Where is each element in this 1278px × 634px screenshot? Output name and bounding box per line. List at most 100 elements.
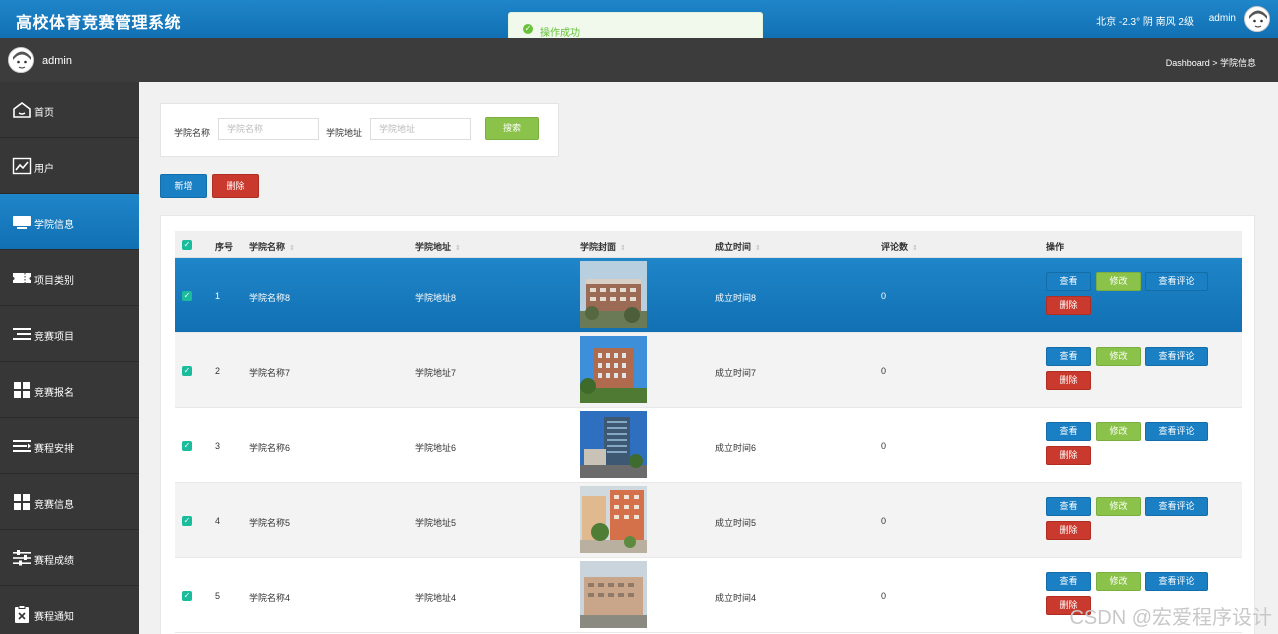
header-founded[interactable]: 成立时间 ⇕ (715, 240, 761, 253)
header-label: 成立时间 (715, 242, 752, 252)
view-button[interactable]: 查看 (1046, 497, 1091, 516)
sidebar-item-college-info[interactable]: 学院信息 (0, 194, 139, 250)
cell-index: 3 (215, 441, 221, 451)
table-row[interactable]: ✓ 3 学院名称6 学院地址6 成立时间6 0 查看 修改 查看评论 删除 (175, 408, 1242, 483)
cell-college-name: 学院名称6 (249, 443, 291, 453)
header-label: 操作 (1046, 242, 1065, 252)
cell-index: 5 (215, 591, 221, 601)
sliders-icon (13, 550, 31, 566)
search-button[interactable]: 搜索 (485, 117, 539, 140)
view-button[interactable]: 查看 (1046, 422, 1091, 441)
sidebar-item-project-category[interactable]: 项目类别 (0, 250, 139, 306)
sidebar-item-schedule[interactable]: 赛程安排 (0, 418, 139, 474)
cell-index: 4 (215, 516, 221, 526)
edit-button[interactable]: 修改 (1096, 572, 1141, 591)
breadcrumb[interactable]: Dashboard > 学院信息 (1166, 56, 1256, 69)
header-label: 评论数 (881, 242, 909, 252)
row-checkbox[interactable]: ✓ (182, 291, 192, 301)
cell-founded: 成立时间7 (715, 368, 757, 378)
college-cover-image[interactable] (580, 411, 647, 478)
header-cover[interactable]: 学院封面 ⇕ (580, 240, 626, 253)
delete-button[interactable]: 删除 (1046, 371, 1091, 390)
cell-review-count: 0 (881, 441, 887, 451)
header-index: 序号 (215, 240, 233, 253)
sidebar-item-label: 项目类别 (34, 276, 74, 287)
sidebar-item-label: 竞赛报名 (34, 388, 74, 399)
avatar[interactable] (8, 47, 34, 73)
cell-college-address: 学院地址6 (415, 443, 457, 453)
cell-college-name: 学院名称5 (249, 518, 291, 528)
monitor-icon (13, 216, 31, 229)
row-checkbox[interactable]: ✓ (182, 591, 192, 601)
row-checkbox[interactable]: ✓ (182, 366, 192, 376)
college-address-input[interactable] (370, 118, 471, 140)
sidebar-item-label: 竞赛项目 (34, 332, 74, 343)
delete-button[interactable]: 删除 (1046, 296, 1091, 315)
college-cover-image[interactable] (580, 261, 647, 328)
sidebar-username: admin (42, 55, 72, 67)
header-college-name[interactable]: 学院名称 ⇕ (249, 240, 295, 253)
select-all-checkbox[interactable]: ✓ (182, 240, 192, 250)
bulk-delete-button[interactable]: 删除 (212, 174, 259, 198)
sidebar-item-home[interactable]: 首页 (0, 82, 139, 138)
avatar-icon (1246, 8, 1269, 31)
college-cover-image[interactable] (580, 486, 647, 553)
table-row[interactable]: ✓ 2 学院名称7 学院地址7 成立时间7 0 查看 修改 查看评论 删除 (175, 333, 1242, 408)
college-name-input[interactable] (218, 118, 319, 140)
cell-founded: 成立时间6 (715, 443, 757, 453)
sort-icon[interactable]: ⇕ (289, 245, 295, 252)
sidebar-item-label: 首页 (34, 108, 54, 119)
sidebar: 首页 用户 学院信息 项目类别 竞赛项目 竞赛报名 赛程安排 竞赛信息 赛程成绩… (0, 82, 139, 634)
sidebar-item-label: 赛程通知 (34, 612, 74, 623)
header-label: 学院封面 (580, 242, 617, 252)
edit-button[interactable]: 修改 (1096, 272, 1141, 291)
cell-college-address: 学院地址7 (415, 368, 457, 378)
cell-founded: 成立时间4 (715, 593, 757, 603)
ticket-icon (13, 273, 31, 283)
view-comments-button[interactable]: 查看评论 (1145, 497, 1208, 516)
edit-button[interactable]: 修改 (1096, 497, 1141, 516)
sidebar-item-competition-project[interactable]: 竞赛项目 (0, 306, 139, 362)
check-circle-icon: ✓ (523, 24, 533, 34)
cell-review-count: 0 (881, 591, 887, 601)
sidebar-item-competition-signup[interactable]: 竞赛报名 (0, 362, 139, 418)
view-comments-button[interactable]: 查看评论 (1145, 572, 1208, 591)
view-comments-button[interactable]: 查看评论 (1145, 347, 1208, 366)
view-button[interactable]: 查看 (1046, 347, 1091, 366)
cell-college-name: 学院名称4 (249, 593, 291, 603)
delete-button[interactable]: 删除 (1046, 446, 1091, 465)
sidebar-item-schedule-notice[interactable]: 赛程通知 (0, 586, 139, 634)
view-button[interactable]: 查看 (1046, 572, 1091, 591)
table-row[interactable]: ✓ 4 学院名称5 学院地址5 成立时间5 0 查看 修改 查看评论 删除 (175, 483, 1242, 558)
row-checkbox[interactable]: ✓ (182, 516, 192, 526)
toast-message: 操作成功 (540, 28, 580, 39)
header-college-address[interactable]: 学院地址 ⇕ (415, 240, 461, 253)
avatar[interactable] (1244, 6, 1270, 32)
sidebar-item-schedule-results[interactable]: 赛程成绩 (0, 530, 139, 586)
delete-button[interactable]: 删除 (1046, 521, 1091, 540)
sort-icon[interactable]: ⇕ (455, 245, 461, 252)
college-cover-image[interactable] (580, 336, 647, 403)
chart-line-icon (12, 157, 32, 175)
data-table: ✓ 序号 学院名称 ⇕ 学院地址 ⇕ 学院封面 ⇕ 成立时间 ⇕ 评论数 ⇕ 操作 ✓ 1… (160, 215, 1255, 634)
sort-icon[interactable]: ⇕ (755, 245, 761, 252)
edit-button[interactable]: 修改 (1096, 347, 1141, 366)
edit-button[interactable]: 修改 (1096, 422, 1141, 441)
add-button[interactable]: 新增 (160, 174, 207, 198)
sidebar-item-competition-info[interactable]: 竞赛信息 (0, 474, 139, 530)
cell-review-count: 0 (881, 516, 887, 526)
avatar-icon (9, 48, 33, 72)
header-review-count[interactable]: 评论数 ⇕ (881, 240, 918, 253)
college-cover-image[interactable] (580, 561, 647, 628)
sort-icon[interactable]: ⇕ (912, 245, 918, 252)
weather-info: 北京 -2.3° 阴 南风 2级 (1096, 17, 1194, 28)
sidebar-item-users[interactable]: 用户 (0, 138, 139, 194)
sidebar-item-label: 用户 (34, 164, 54, 175)
topbar-username[interactable]: admin (1209, 13, 1236, 24)
sort-icon[interactable]: ⇕ (620, 245, 626, 252)
view-button[interactable]: 查看 (1046, 272, 1091, 291)
view-comments-button[interactable]: 查看评论 (1145, 272, 1208, 291)
table-row[interactable]: ✓ 1 学院名称8 学院地址8 成立时间8 0 查看 修改 查看评论 删除 (175, 258, 1242, 333)
view-comments-button[interactable]: 查看评论 (1145, 422, 1208, 441)
row-checkbox[interactable]: ✓ (182, 441, 192, 451)
